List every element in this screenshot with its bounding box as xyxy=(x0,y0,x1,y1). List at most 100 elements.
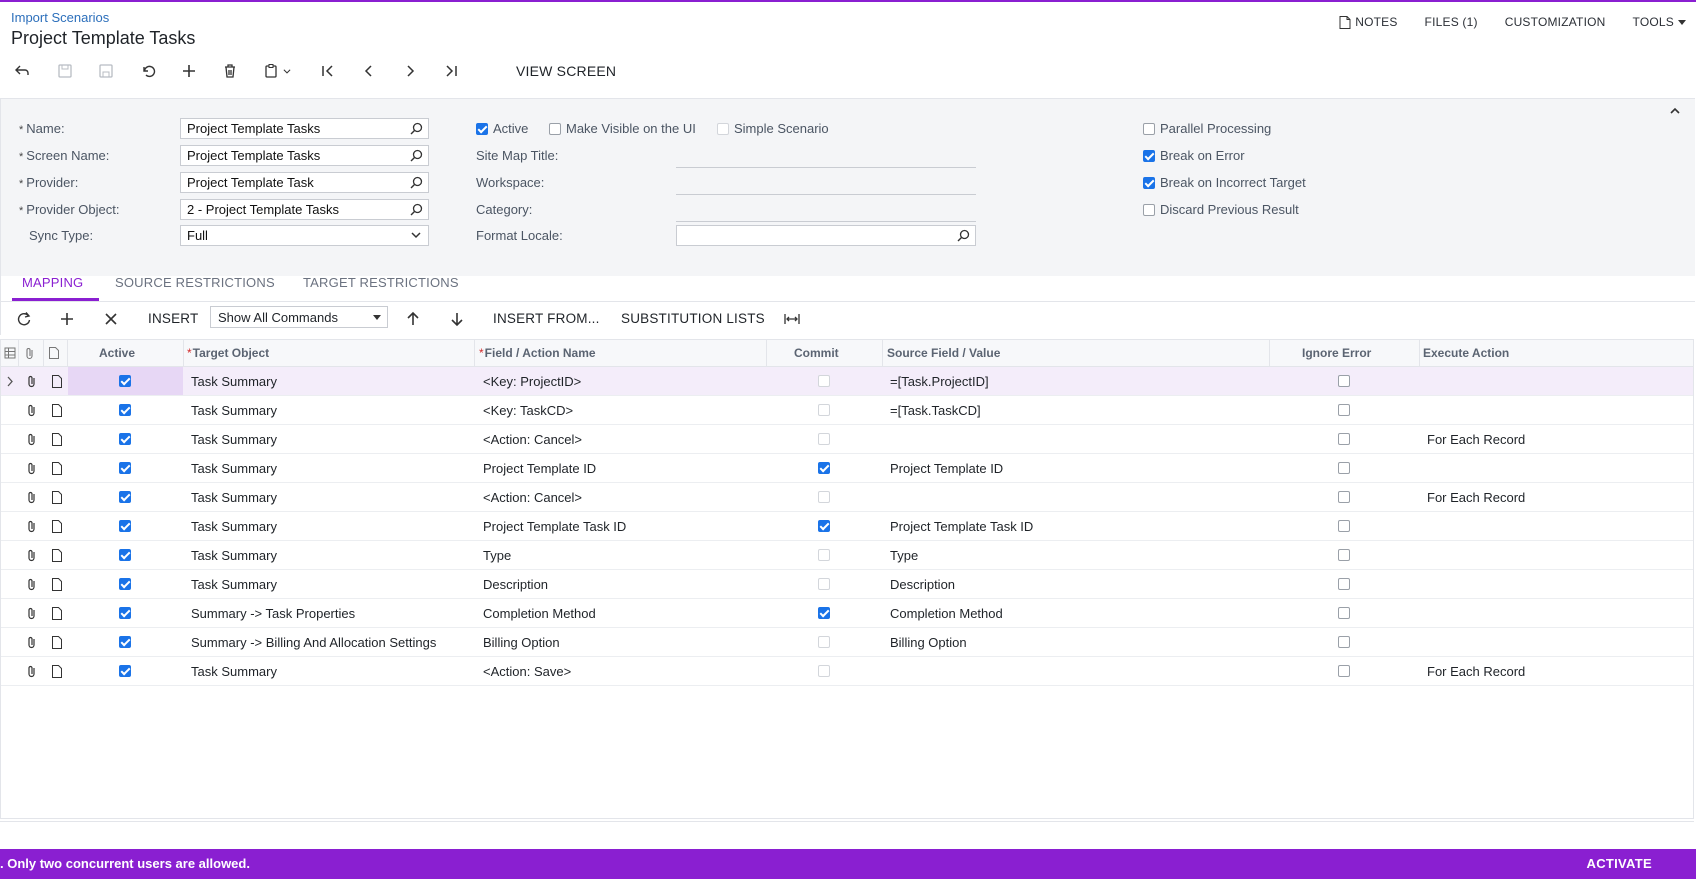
field-action-cell[interactable]: Description xyxy=(483,577,548,592)
table-row[interactable]: Summary -> Billing And Allocation Settin… xyxy=(1,628,1693,657)
table-row[interactable]: Task Summary Project Template Task ID Proj… xyxy=(1,512,1693,541)
ignore-error-checkbox[interactable] xyxy=(1338,520,1350,532)
note-icon[interactable] xyxy=(51,433,63,446)
row-active-checkbox[interactable] xyxy=(119,520,131,532)
active-check[interactable] xyxy=(476,122,488,135)
tab-target-restrictions[interactable]: TARGET RESTRICTIONS xyxy=(303,275,459,290)
notes-button[interactable]: NOTES xyxy=(1339,14,1397,30)
column-execute-action[interactable]: Execute Action xyxy=(1423,346,1509,360)
row-active-checkbox[interactable] xyxy=(119,462,131,474)
target-object-cell[interactable]: Task Summary xyxy=(191,664,277,679)
fit-columns-button[interactable] xyxy=(782,310,802,328)
ignore-error-checkbox[interactable] xyxy=(1338,636,1350,648)
attachment-icon[interactable] xyxy=(26,578,38,591)
copy-paste-dropdown[interactable] xyxy=(280,59,294,83)
delete-row-button[interactable] xyxy=(101,310,121,328)
first-record-button[interactable] xyxy=(315,59,341,83)
search-icon[interactable] xyxy=(410,176,423,189)
attachment-icon[interactable] xyxy=(26,607,38,620)
search-icon[interactable] xyxy=(410,122,423,135)
commit-checkbox[interactable] xyxy=(818,607,830,619)
break-on-incorrect-target-checkbox[interactable]: Break on Incorrect Target xyxy=(1143,175,1306,190)
note-icon[interactable] xyxy=(51,462,63,475)
execute-action-cell[interactable]: For Each Record xyxy=(1427,490,1525,505)
target-object-cell[interactable]: Summary -> Task Properties xyxy=(191,606,355,621)
table-row[interactable]: Task Summary Type Type xyxy=(1,541,1693,570)
search-icon[interactable] xyxy=(410,149,423,162)
field-action-cell[interactable]: Completion Method xyxy=(483,606,596,621)
workspace-field[interactable] xyxy=(676,194,976,195)
ignore-error-checkbox[interactable] xyxy=(1338,578,1350,590)
breadcrumb[interactable]: Import Scenarios xyxy=(11,10,109,25)
note-icon[interactable] xyxy=(51,404,63,417)
field-action-cell[interactable]: <Action: Cancel> xyxy=(483,432,582,447)
commit-checkbox[interactable] xyxy=(818,462,830,474)
target-object-cell[interactable]: Task Summary xyxy=(191,490,277,505)
site-map-title-field[interactable] xyxy=(676,167,976,168)
search-icon[interactable] xyxy=(957,229,970,242)
commit-checkbox[interactable] xyxy=(818,491,830,503)
column-field-action[interactable]: *Field / Action Name xyxy=(479,346,596,360)
break-on-error-checkbox[interactable]: Break on Error xyxy=(1143,148,1245,163)
source-field-cell[interactable]: Description xyxy=(890,577,955,592)
format-locale-field[interactable] xyxy=(676,225,976,246)
field-action-cell[interactable]: <Action: Cancel> xyxy=(483,490,582,505)
note-icon[interactable] xyxy=(51,636,63,649)
column-target-object[interactable]: *Target Object xyxy=(187,346,269,360)
target-object-cell[interactable]: Task Summary xyxy=(191,519,277,534)
execute-action-cell[interactable]: For Each Record xyxy=(1427,664,1525,679)
add-row-button[interactable] xyxy=(57,310,77,328)
break-on-incorrect-target-check[interactable] xyxy=(1143,176,1155,189)
discard-previous-result-checkbox[interactable]: Discard Previous Result xyxy=(1143,202,1299,217)
name-field[interactable]: Project Template Tasks xyxy=(180,118,429,139)
move-up-button[interactable] xyxy=(403,310,423,328)
attachment-icon[interactable] xyxy=(26,491,38,504)
commit-checkbox[interactable] xyxy=(818,549,830,561)
last-record-button[interactable] xyxy=(438,59,464,83)
table-row[interactable]: Task Summary <Action: Save> For Each Recor… xyxy=(1,657,1693,686)
parallel-processing-checkbox[interactable]: Parallel Processing xyxy=(1143,121,1271,136)
target-object-cell[interactable]: Task Summary xyxy=(191,403,277,418)
column-source-field[interactable]: Source Field / Value xyxy=(887,346,1000,360)
row-active-checkbox[interactable] xyxy=(119,578,131,590)
discard-previous-result-check[interactable] xyxy=(1143,203,1155,216)
next-record-button[interactable] xyxy=(397,59,423,83)
row-active-checkbox[interactable] xyxy=(119,433,131,445)
field-action-cell[interactable]: Project Template Task ID xyxy=(483,519,626,534)
field-action-cell[interactable]: <Key: TaskCD> xyxy=(483,403,573,418)
provider-object-field[interactable]: 2 - Project Template Tasks xyxy=(180,199,429,220)
target-object-cell[interactable]: Task Summary xyxy=(191,374,277,389)
back-button[interactable] xyxy=(9,59,35,83)
note-icon[interactable] xyxy=(51,491,63,504)
field-action-cell[interactable]: <Key: ProjectID> xyxy=(483,374,581,389)
field-action-cell[interactable]: Project Template ID xyxy=(483,461,596,476)
note-icon[interactable] xyxy=(51,549,63,562)
files-button[interactable]: FILES (1) xyxy=(1425,14,1478,30)
commit-checkbox[interactable] xyxy=(818,375,830,387)
parallel-processing-check[interactable] xyxy=(1143,122,1155,135)
attachment-icon[interactable] xyxy=(26,404,38,417)
table-row[interactable]: Task Summary <Key: TaskCD> =[Task.TaskCD] xyxy=(1,396,1693,425)
refresh-button[interactable] xyxy=(14,310,34,328)
target-object-cell[interactable]: Task Summary xyxy=(191,461,277,476)
column-settings-icon[interactable] xyxy=(4,347,16,359)
field-action-cell[interactable]: <Action: Save> xyxy=(483,664,571,679)
row-active-checkbox[interactable] xyxy=(119,607,131,619)
ignore-error-checkbox[interactable] xyxy=(1338,433,1350,445)
ignore-error-checkbox[interactable] xyxy=(1338,549,1350,561)
break-on-error-check[interactable] xyxy=(1143,149,1155,162)
source-field-cell[interactable]: =[Task.ProjectID] xyxy=(890,374,989,389)
note-icon[interactable] xyxy=(51,520,63,533)
source-field-cell[interactable]: Completion Method xyxy=(890,606,1003,621)
tab-source-restrictions[interactable]: SOURCE RESTRICTIONS xyxy=(115,275,275,290)
commit-checkbox[interactable] xyxy=(818,520,830,532)
table-row[interactable]: Task Summary Project Template ID Project T… xyxy=(1,454,1693,483)
target-object-cell[interactable]: Task Summary xyxy=(191,548,277,563)
column-active[interactable]: Active xyxy=(99,346,135,360)
column-ignore-error[interactable]: Ignore Error xyxy=(1302,346,1371,360)
tab-mapping[interactable]: MAPPING xyxy=(22,275,83,290)
table-row[interactable]: Summary -> Task Properties Completion Met… xyxy=(1,599,1693,628)
ignore-error-checkbox[interactable] xyxy=(1338,375,1350,387)
source-field-cell[interactable]: Billing Option xyxy=(890,635,967,650)
attachment-icon[interactable] xyxy=(26,636,38,649)
